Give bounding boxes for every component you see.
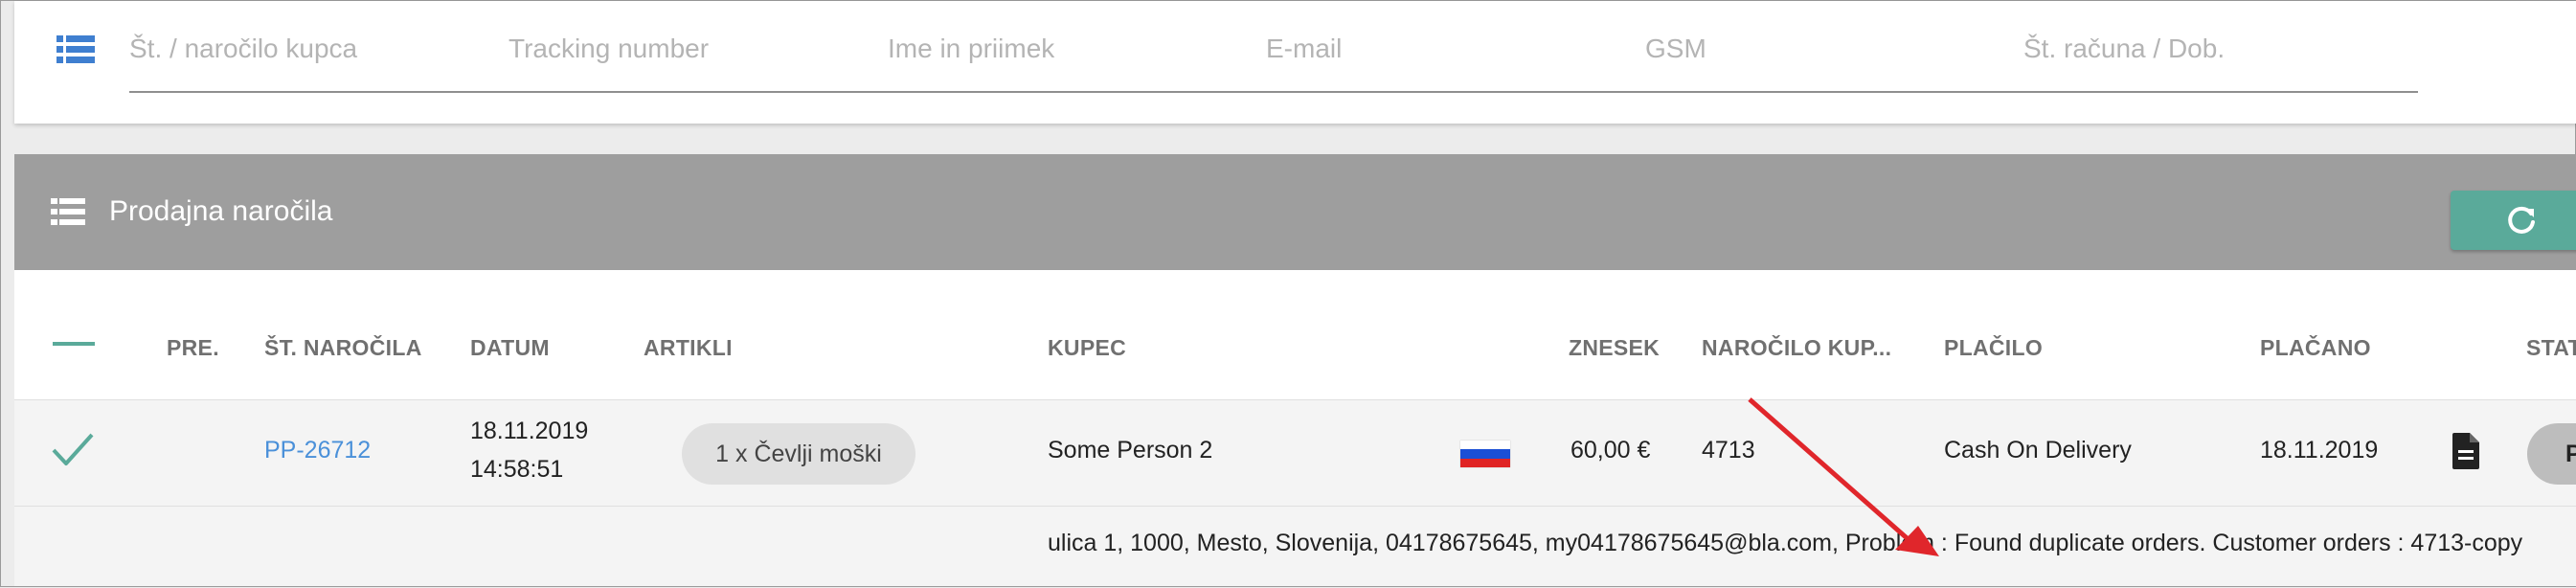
column-header-order-number[interactable]: ŠT. NAROČILA: [264, 335, 422, 361]
refresh-button[interactable]: [2451, 191, 2576, 250]
order-detail-text: ulica 1, 1000, Mesto, Slovenija, 0417867…: [1048, 530, 2523, 556]
order-time: 14:58:51: [470, 456, 564, 483]
list-icon: [51, 198, 85, 225]
table-row[interactable]: PP-26712 18.11.2019 14:58:51 1 x Čevlji …: [14, 400, 2576, 507]
order-amount: 60,00 €: [1570, 437, 1651, 464]
article-chip[interactable]: 1 x Čevlji moški: [682, 423, 915, 485]
column-header-paid[interactable]: PLAČANO: [2260, 335, 2371, 361]
app-frame: Št. / naročilo kupca Tracking number Ime…: [0, 0, 2576, 587]
select-all-checkbox[interactable]: [53, 342, 95, 346]
column-header-customer[interactable]: KUPEC: [1048, 335, 1126, 361]
tracking-number-search-input[interactable]: Tracking number: [508, 34, 709, 64]
column-header-customer-order[interactable]: NAROČILO KUP...: [1702, 335, 1891, 361]
status-chip[interactable]: Pr: [2527, 423, 2576, 485]
check-icon[interactable]: [51, 431, 95, 469]
table-header-row: PRE. ŠT. NAROČILA DATUM ARTIKLI KUPEC ZN…: [14, 270, 2576, 400]
column-header-articles[interactable]: ARTIKLI: [644, 335, 733, 361]
name-search-input[interactable]: Ime in priimek: [888, 34, 1054, 64]
order-detail-row: ulica 1, 1000, Mesto, Slovenija, 0417867…: [14, 507, 2576, 586]
customer-order-number: 4713: [1702, 437, 1755, 464]
gsm-search-input[interactable]: GSM: [1645, 34, 1706, 64]
customer-name: Some Person 2: [1048, 437, 1213, 464]
column-header-pre[interactable]: PRE.: [167, 335, 219, 361]
refresh-icon: [2506, 205, 2537, 236]
search-underline: [129, 91, 2418, 93]
slovenia-flag-icon: [1460, 441, 1510, 467]
orders-header: Prodajna naročila: [14, 154, 2576, 270]
order-date: 18.11.2019: [470, 418, 589, 444]
column-header-date[interactable]: DATUM: [470, 335, 550, 361]
order-number-link[interactable]: PP-26712: [264, 437, 371, 464]
column-header-payment[interactable]: PLAČILO: [1944, 335, 2043, 361]
search-panel: Št. / naročilo kupca Tracking number Ime…: [14, 1, 2576, 124]
column-header-status[interactable]: STAT: [2526, 335, 2576, 361]
order-number-search-input[interactable]: Št. / naročilo kupca: [129, 34, 357, 64]
page-title: Prodajna naročila: [109, 195, 333, 227]
invoice-number-search-input[interactable]: Št. računa / Dob.: [2023, 34, 2225, 64]
paid-date: 18.11.2019: [2260, 437, 2379, 464]
column-header-amount[interactable]: ZNESEK: [1569, 335, 1660, 361]
document-icon[interactable]: [2451, 431, 2481, 471]
email-search-input[interactable]: E-mail: [1266, 34, 1342, 64]
list-icon[interactable]: [56, 35, 95, 64]
orders-table: PRE. ŠT. NAROČILA DATUM ARTIKLI KUPEC ZN…: [14, 270, 2576, 586]
payment-method: Cash On Delivery: [1944, 437, 2132, 464]
